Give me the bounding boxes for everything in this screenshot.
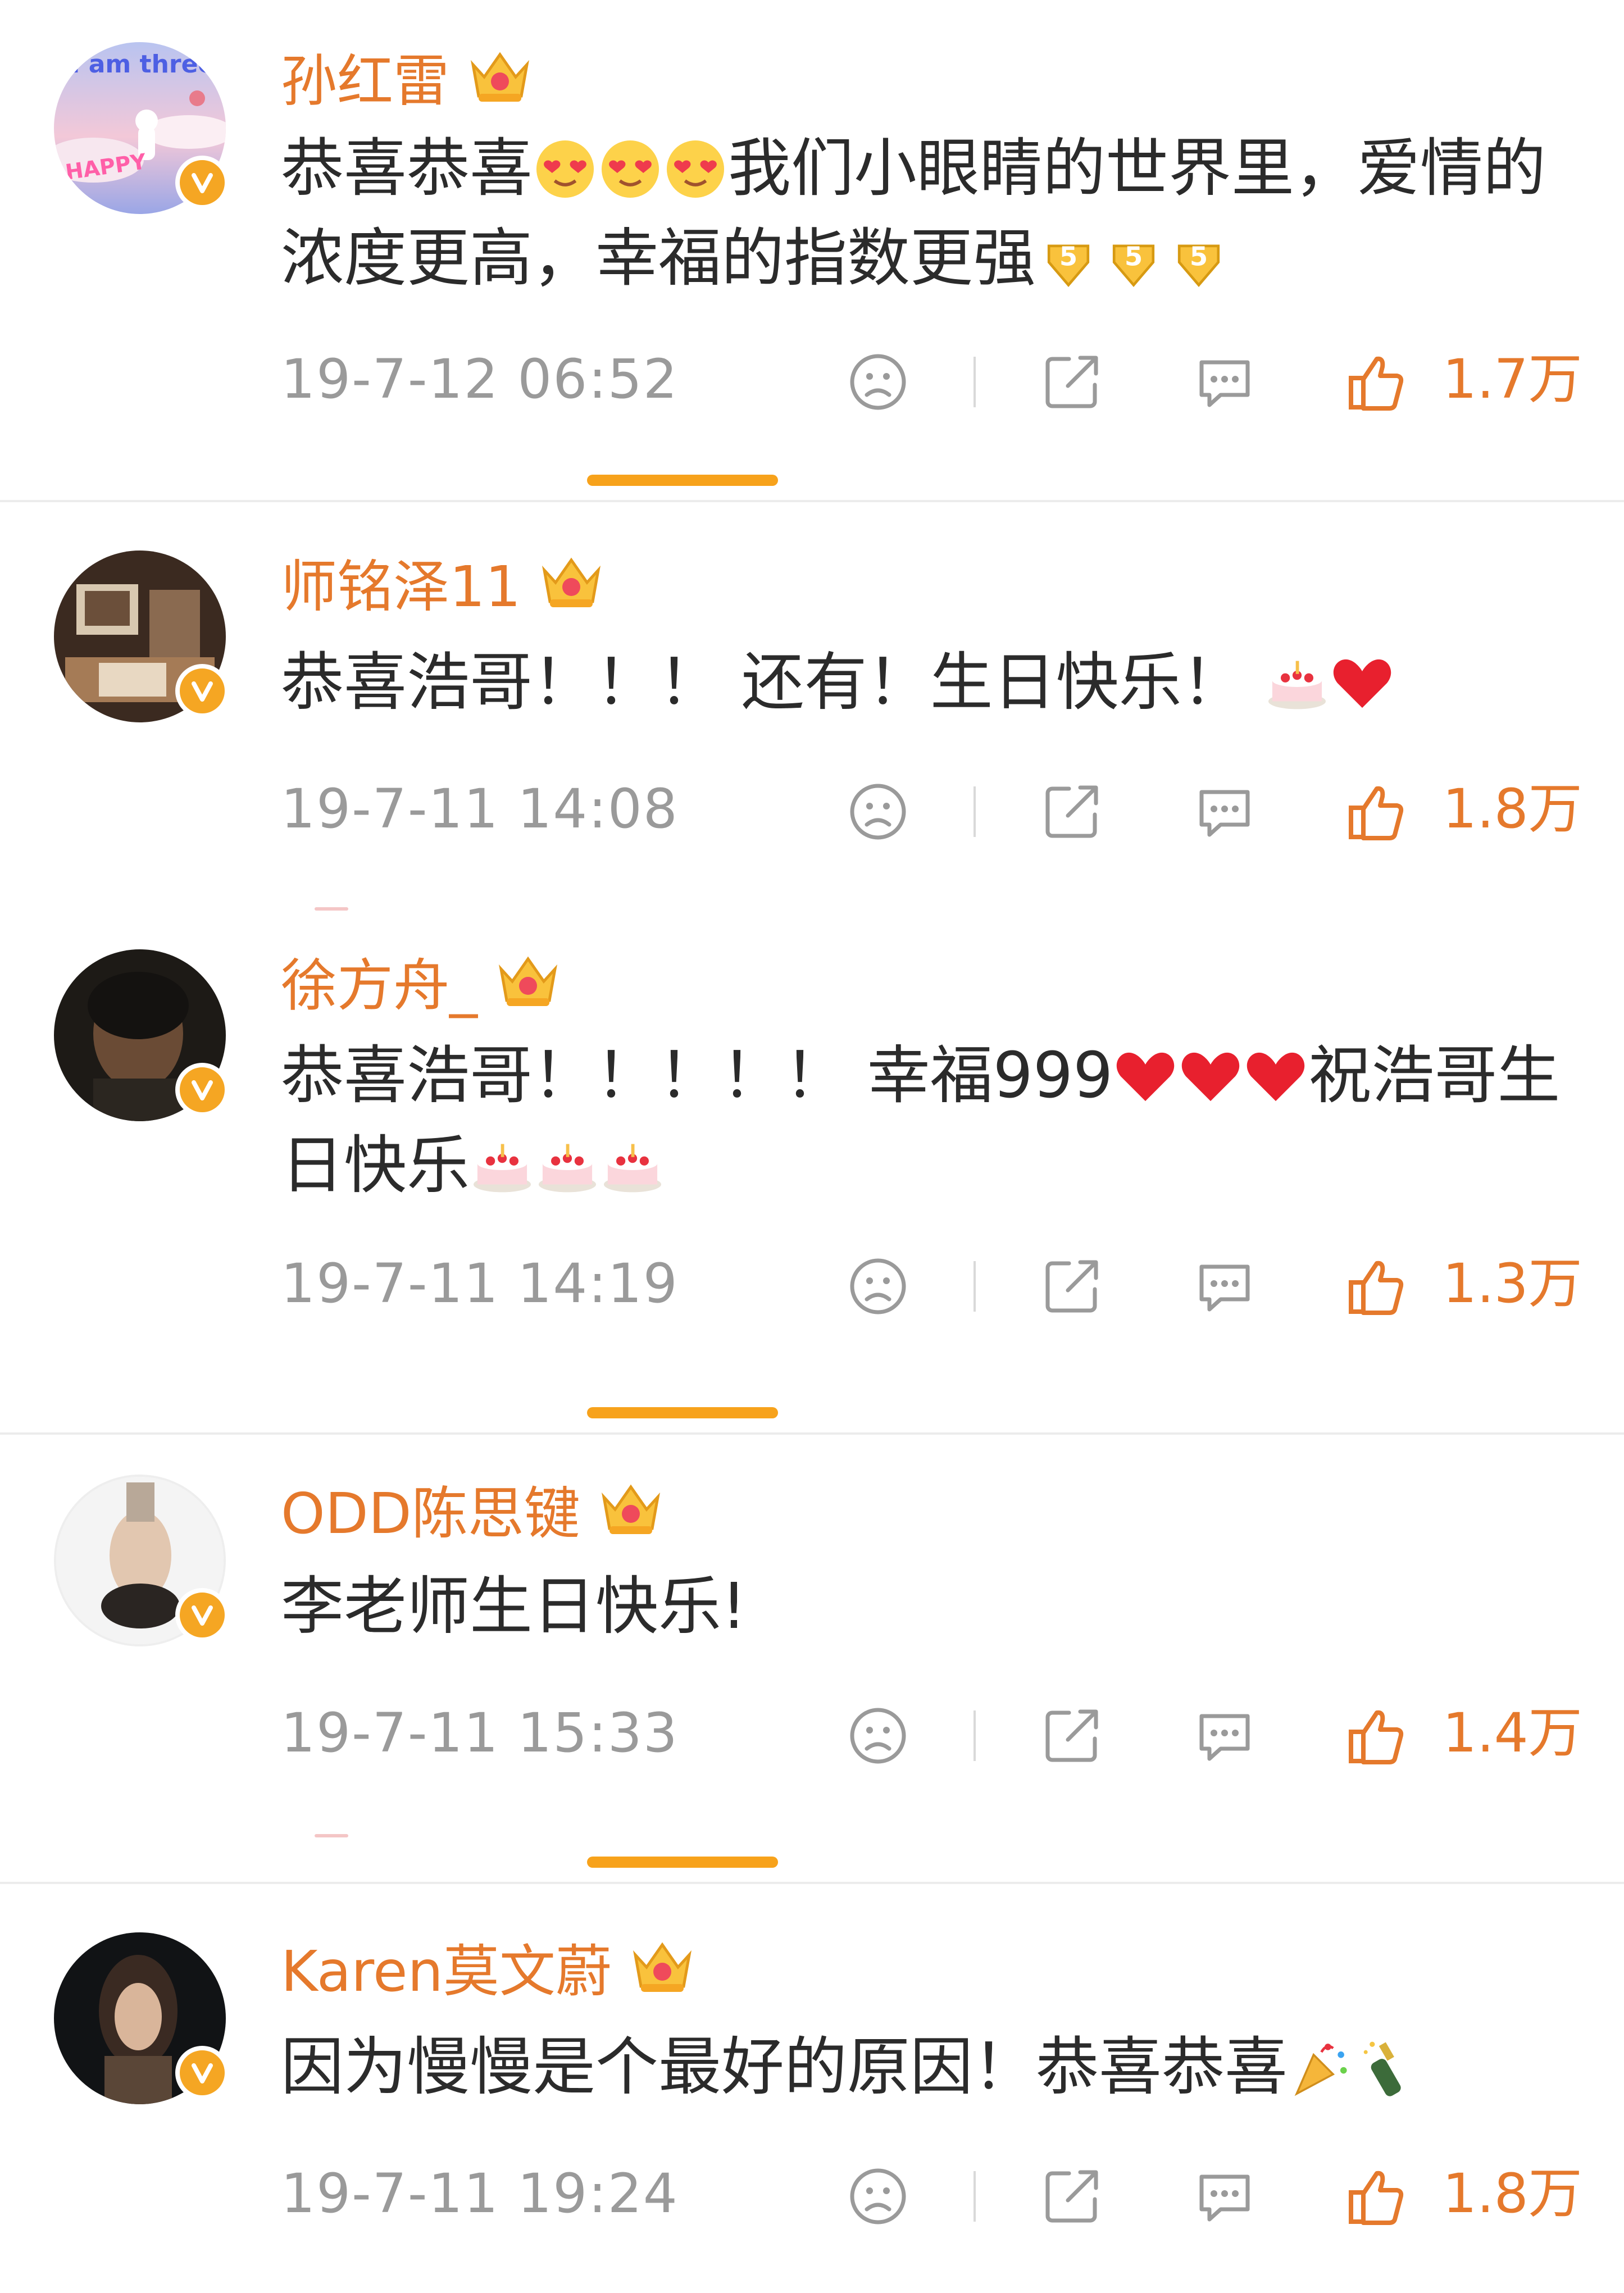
- username[interactable]: 孙红雷: [281, 35, 449, 117]
- username[interactable]: 徐方舟_: [281, 940, 477, 1021]
- divider: [0, 1882, 1624, 1884]
- crown-icon: [499, 956, 557, 1006]
- comment-text: 恭喜浩哥！！！ 还有！生日快乐！: [281, 638, 1584, 727]
- sad-face-icon[interactable]: [847, 1255, 909, 1317]
- five-star-emoji-icon: 5: [1177, 242, 1220, 288]
- thumbs-up-icon[interactable]: [1345, 351, 1407, 413]
- username[interactable]: Karen莫文蔚: [281, 1926, 612, 2007]
- cake-emoji-icon: [473, 1144, 531, 1193]
- divider: [974, 2171, 976, 2222]
- sad-face-icon[interactable]: [847, 2165, 909, 2227]
- crown-icon: [633, 1942, 692, 1992]
- five-star-emoji-icon: 5: [1047, 242, 1090, 288]
- section-indicator: [587, 475, 778, 486]
- comment-text: 因为慢慢是个最好的原因！恭喜恭喜: [281, 2022, 1584, 2112]
- avatar[interactable]: I am three HAPPY: [54, 42, 229, 214]
- heart-eyes-emoji-icon: [601, 140, 659, 198]
- crown-icon: [601, 1484, 660, 1534]
- comment-text-part: 因为慢慢是个最好的原因！恭喜恭喜: [281, 2031, 1288, 2104]
- like-count: 1.4万: [1443, 1701, 1582, 1764]
- avatar[interactable]: [54, 949, 229, 1121]
- comment-icon[interactable]: [1194, 1255, 1255, 1317]
- verified-badge-icon: [175, 1588, 229, 1642]
- avatar[interactable]: [54, 550, 229, 722]
- divider: [974, 1710, 976, 1761]
- divider: [0, 500, 1624, 502]
- cake-emoji-icon: [538, 1144, 597, 1193]
- sad-face-icon[interactable]: [847, 781, 909, 843]
- timestamp: 19-7-11 14:08: [281, 777, 679, 840]
- crown-icon: [542, 557, 601, 607]
- username[interactable]: 师铭泽11: [281, 541, 521, 622]
- divider: [974, 357, 976, 407]
- red-heart-emoji-icon: [1333, 659, 1391, 708]
- like-count: 1.3万: [1443, 1252, 1582, 1315]
- timestamp: 19-7-11 19:24: [281, 2162, 679, 2225]
- cake-emoji-icon: [603, 1144, 662, 1193]
- avatar-caption: I am three: [71, 50, 215, 79]
- five-star-emoji-icon: 5: [1112, 242, 1155, 288]
- verified-badge-icon: [175, 2046, 229, 2100]
- comment-text: 恭喜浩哥！！！！！ 幸福999 祝浩哥生日快乐: [281, 1031, 1584, 1211]
- party-popper-emoji-icon: [1294, 2044, 1347, 2096]
- share-icon[interactable]: [1041, 781, 1103, 843]
- username[interactable]: ODD陈思键: [281, 1468, 580, 1549]
- cake-emoji-icon: [1268, 661, 1326, 709]
- timestamp: 19-7-11 15:33: [281, 1701, 679, 1764]
- comment-icon[interactable]: [1194, 781, 1255, 843]
- like-count: 1.8万: [1443, 2162, 1582, 2225]
- comment-text-part: 恭喜恭喜: [281, 132, 533, 205]
- divider: [974, 786, 976, 837]
- comment-text-part: 恭喜浩哥！！！ 还有！生日快乐！: [281, 646, 1265, 719]
- comment-icon[interactable]: [1194, 1705, 1255, 1767]
- comment-text: 恭喜恭喜 我们小眼睛的世界里，爱情的浓度更高，幸福的指数更强 5 5 5: [281, 124, 1584, 303]
- section-indicator: [587, 1857, 778, 1868]
- comment-text: 李老师生日快乐!: [281, 1562, 1584, 1651]
- svg-text:5: 5: [1190, 242, 1208, 272]
- comment-text-part: 恭喜浩哥！！！！！ 幸福999: [281, 1039, 1113, 1112]
- thumbs-up-icon[interactable]: [1345, 1255, 1407, 1317]
- heart-eyes-emoji-icon: [666, 140, 725, 198]
- verified-badge-icon: [175, 664, 229, 718]
- verified-badge-icon: [175, 156, 229, 210]
- comment-text-part: 李老师生日快乐!: [281, 1570, 747, 1643]
- timestamp: 19-7-11 14:19: [281, 1252, 679, 1315]
- decorative-mark: [315, 1834, 348, 1837]
- verified-badge-icon: [175, 1063, 229, 1117]
- avatar[interactable]: [54, 1932, 229, 2104]
- crown-icon: [471, 52, 529, 102]
- like-count: 1.7万: [1443, 348, 1582, 411]
- timestamp: 19-7-12 06:52: [281, 348, 679, 411]
- decorative-mark: [315, 907, 348, 911]
- sad-face-icon[interactable]: [847, 351, 909, 413]
- section-indicator: [587, 1407, 778, 1418]
- share-icon[interactable]: [1041, 351, 1103, 413]
- heart-eyes-emoji-icon: [536, 140, 594, 198]
- avatar[interactable]: [54, 1475, 229, 1646]
- share-icon[interactable]: [1041, 2165, 1103, 2227]
- thumbs-up-icon[interactable]: [1345, 1705, 1407, 1767]
- red-heart-emoji-icon: [1117, 1053, 1175, 1102]
- svg-text:5: 5: [1059, 242, 1077, 272]
- red-heart-emoji-icon: [1182, 1053, 1240, 1102]
- thumbs-up-icon[interactable]: [1345, 781, 1407, 843]
- sad-face-icon[interactable]: [847, 1705, 909, 1767]
- divider: [0, 1432, 1624, 1435]
- comment-icon[interactable]: [1194, 2165, 1255, 2227]
- champagne-emoji-icon: [1363, 2041, 1401, 2096]
- thumbs-up-icon[interactable]: [1345, 2165, 1407, 2227]
- comment-icon[interactable]: [1194, 351, 1255, 413]
- share-icon[interactable]: [1041, 1705, 1103, 1767]
- like-count: 1.8万: [1443, 777, 1582, 840]
- red-heart-emoji-icon: [1247, 1053, 1305, 1102]
- divider: [974, 1261, 976, 1312]
- svg-text:5: 5: [1125, 242, 1143, 272]
- share-icon[interactable]: [1041, 1255, 1103, 1317]
